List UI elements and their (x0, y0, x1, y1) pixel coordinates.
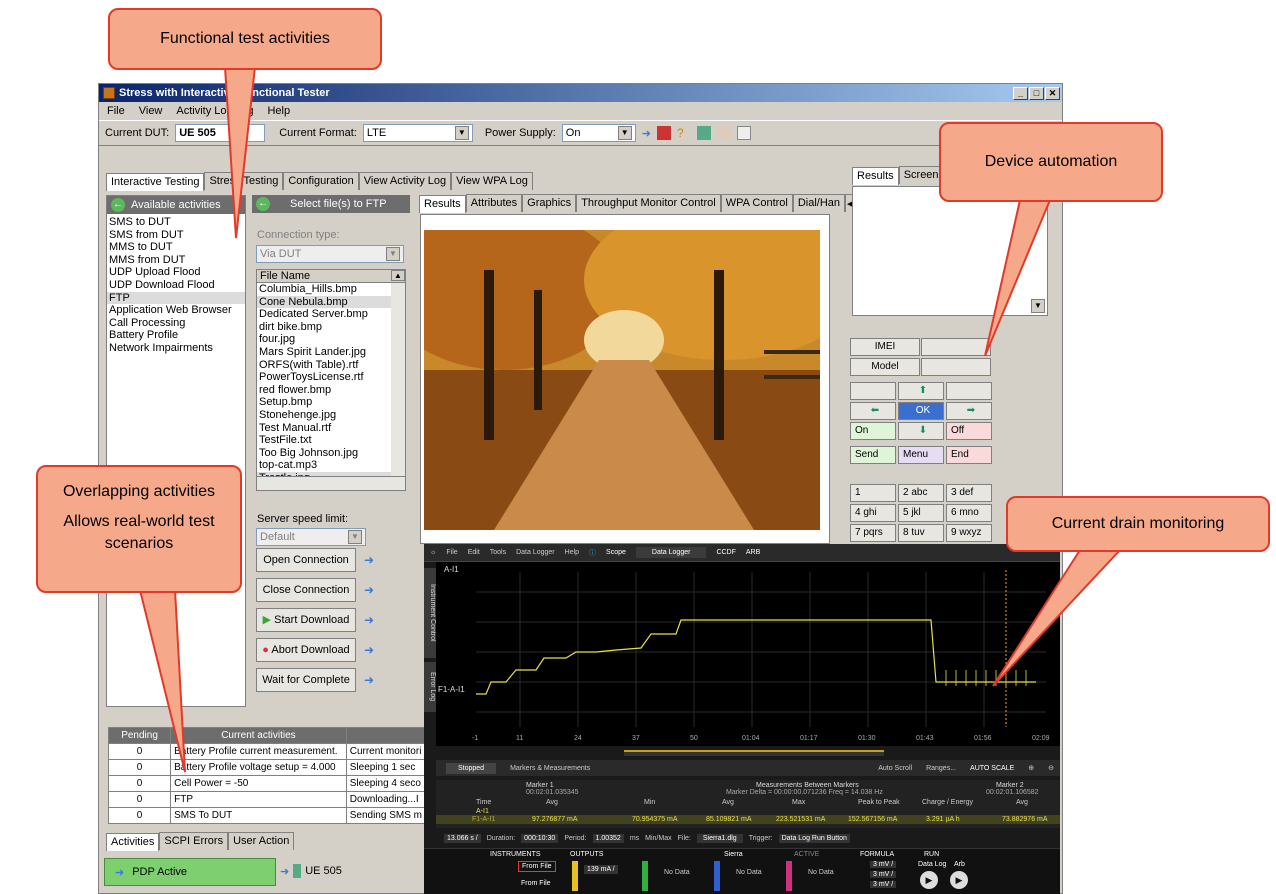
callout-overlap-line2: Allows real-world test scenarios (63, 513, 215, 552)
callout-overlap-line1: Overlapping activities (62, 483, 216, 500)
pointer-overlap (138, 589, 186, 773)
callout-drain: Current drain monitoring (1006, 496, 1270, 552)
pointer-device (984, 199, 1052, 357)
pointer-functional (223, 66, 257, 239)
callout-overlap: Overlapping activities Allows real-world… (36, 465, 242, 593)
callout-device: Device automation (939, 122, 1163, 202)
pointer-drain (992, 549, 1123, 687)
callout-functional: Functional test activities (108, 8, 382, 70)
